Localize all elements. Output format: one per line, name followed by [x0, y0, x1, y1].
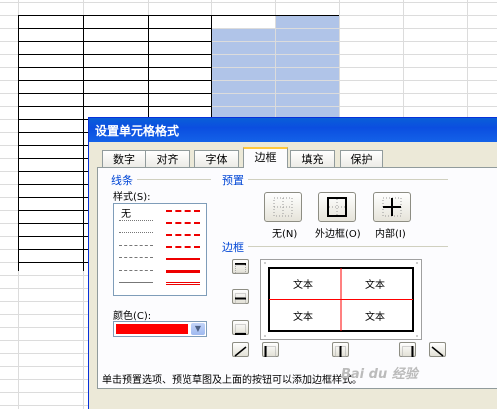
tab-border[interactable]: 边框 — [243, 147, 288, 168]
border-section-label: 边框 — [222, 241, 244, 254]
line-style-dash-dot-dot[interactable] — [119, 245, 153, 246]
border-left-icon — [264, 346, 276, 357]
line-style-double[interactable] — [166, 282, 200, 285]
color-label: 颜色(C): — [113, 311, 152, 322]
line-color-swatch — [116, 324, 188, 334]
active-cell — [211, 16, 275, 29]
border-inside-vertical-icon — [335, 346, 346, 357]
border-inside-horizontal-button[interactable] — [232, 289, 249, 304]
border-inside-horizontal-icon — [235, 293, 246, 304]
line-section-divider — [137, 179, 211, 180]
border-top-button[interactable] — [232, 259, 249, 274]
hint-text: 单击预置选项、预览草图及上面的按钮可以添加边框样式。 — [102, 375, 362, 386]
line-style-thin[interactable] — [119, 282, 153, 283]
border-section-divider — [248, 246, 448, 247]
presets-section-divider — [248, 179, 448, 180]
line-style-medium-dashed[interactable] — [166, 246, 200, 248]
tab-number[interactable]: 数字 — [102, 150, 146, 167]
line-style-dashed[interactable] — [119, 270, 153, 271]
line-style-medium-dash-dot[interactable] — [166, 234, 200, 236]
border-inside-vertical-button[interactable] — [332, 342, 349, 357]
line-style-medium-dash-dot-dot[interactable] — [166, 210, 200, 212]
border-bottom-button[interactable] — [232, 320, 249, 335]
line-style-dotted[interactable] — [119, 232, 153, 233]
border-bottom-icon — [235, 324, 246, 335]
format-cells-dialog: 设置单元格格式 数字 对齐 字体 边框 填充 保护 线条 样式(S): 无 颜色… — [88, 117, 497, 409]
border-diagonal-up-button[interactable] — [232, 342, 249, 357]
tab-protection[interactable]: 保护 — [340, 150, 383, 167]
border-left-button[interactable] — [262, 342, 279, 357]
diagonal-up-icon — [234, 346, 247, 357]
preset-inside-button[interactable] — [373, 192, 411, 222]
tab-alignment[interactable]: 对齐 — [145, 150, 190, 167]
preset-outline-button[interactable] — [318, 192, 356, 222]
line-section-label: 线条 — [111, 174, 133, 187]
watermark: Bai du 经验 — [341, 367, 418, 382]
line-color-dropdown[interactable]: ▼ — [113, 321, 207, 337]
dialog-title-bar[interactable]: 设置单元格格式 — [89, 118, 497, 142]
preset-none-button[interactable] — [264, 192, 302, 222]
tab-fill[interactable]: 填充 — [290, 150, 335, 167]
outline-border-icon — [327, 197, 347, 217]
chevron-down-icon[interactable]: ▼ — [191, 323, 205, 335]
style-label: 样式(S): — [113, 192, 151, 203]
line-style-medium[interactable] — [166, 258, 200, 260]
line-style-thick[interactable] — [166, 270, 200, 273]
preview-cell-text: 文本 — [365, 280, 385, 291]
preset-none-label: 无(N) — [272, 229, 298, 240]
diagonal-down-icon — [431, 346, 444, 357]
line-style-dash-dot[interactable] — [119, 257, 153, 258]
preview-cell-text: 文本 — [365, 312, 385, 323]
preset-inside-label: 内部(I) — [375, 229, 406, 240]
dialog-title: 设置单元格格式 — [95, 124, 180, 138]
line-style-none[interactable]: 无 — [121, 205, 131, 220]
border-right-button[interactable] — [399, 342, 416, 357]
line-style-slant-dash-dot[interactable] — [166, 222, 200, 224]
border-preview-lines — [264, 262, 418, 337]
no-border-icon — [273, 197, 293, 217]
border-right-icon — [402, 346, 414, 357]
preview-cell-text: 文本 — [293, 280, 313, 291]
preview-cell-text: 文本 — [293, 312, 313, 323]
border-diagonal-down-button[interactable] — [429, 342, 446, 357]
tab-font[interactable]: 字体 — [194, 150, 239, 167]
preset-outline-label: 外边框(O) — [315, 229, 361, 240]
border-top-icon — [235, 263, 246, 274]
line-style-hair[interactable] — [119, 220, 153, 221]
line-style-list[interactable]: 无 — [113, 203, 207, 296]
inside-border-icon — [382, 197, 402, 217]
border-preview[interactable]: 文本 文本 文本 文本 — [260, 259, 422, 340]
presets-section-label: 预置 — [222, 174, 244, 187]
